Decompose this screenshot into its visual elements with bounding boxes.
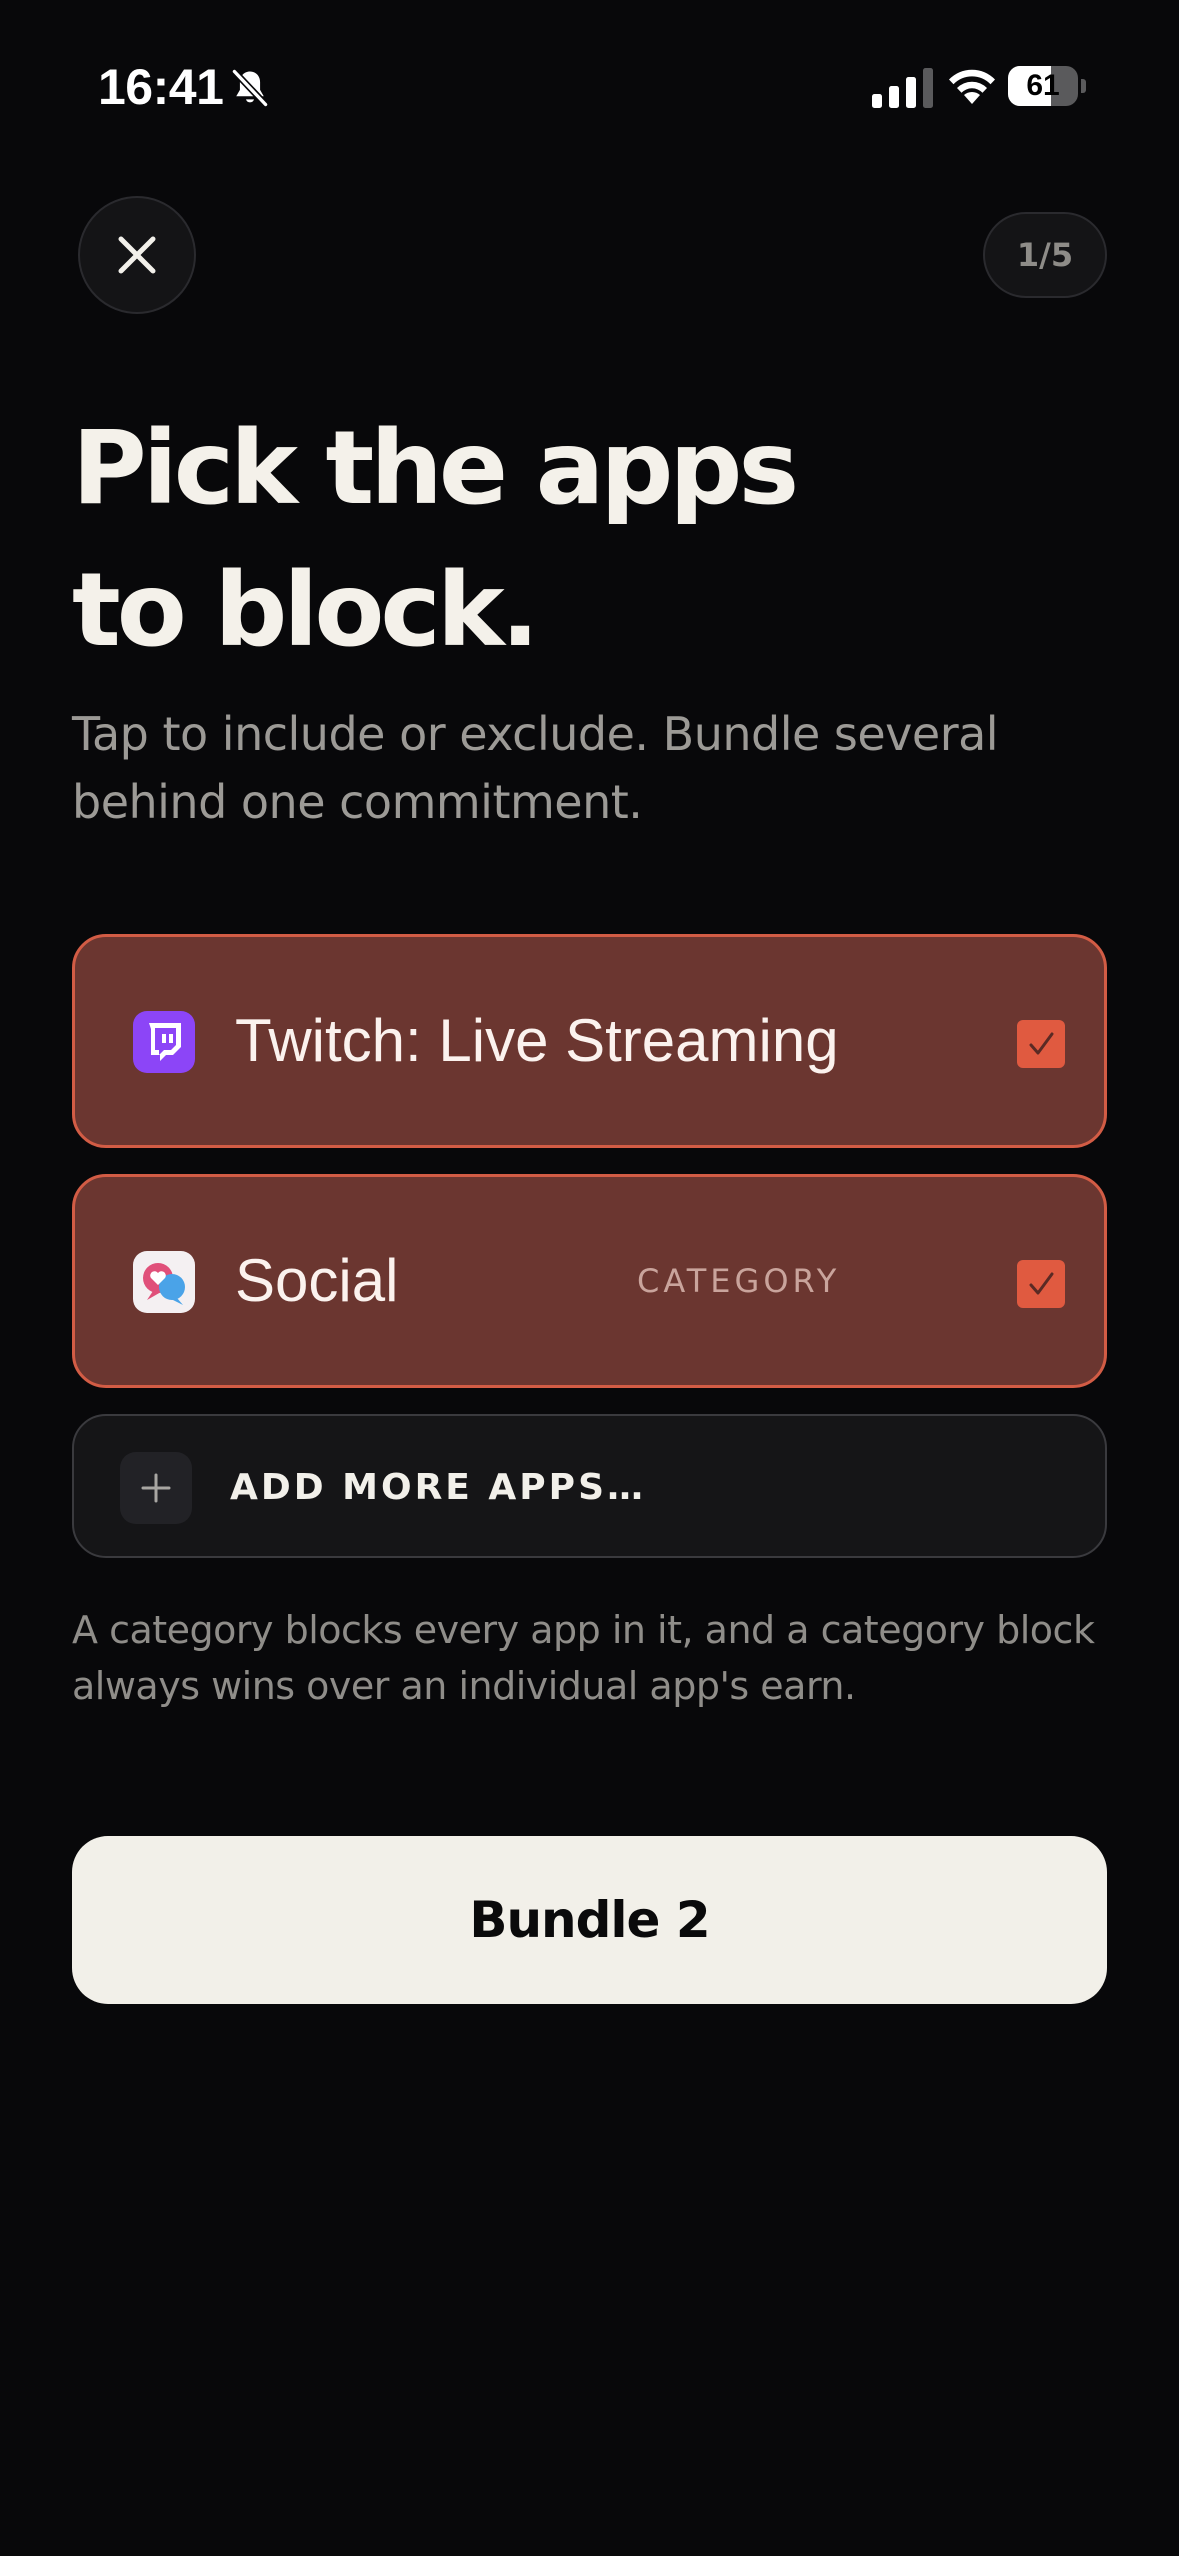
battery-level: 61 [1026,69,1060,102]
page-title-line-1: Pick the apps [72,409,799,528]
wifi-icon [949,69,995,104]
checkmark-icon [1029,1032,1054,1055]
cellular-signal-icon [872,68,933,108]
app-checkbox[interactable] [1017,1260,1065,1308]
add-more-apps-button[interactable]: ADD MORE APPS… [72,1414,1107,1558]
battery-indicator: 61 [1008,66,1086,106]
bell-slash-icon [231,68,269,108]
category-note: A category blocks every app in it, and a… [72,1608,1095,1708]
close-icon [118,236,156,274]
status-bar: 16:41 61 [0,0,1179,170]
app-name: Twitch: Live Streaming [235,1007,839,1074]
category-badge: CATEGORY [637,1262,841,1300]
status-time: 16:41 [98,59,224,115]
page-title-line-2: to block. [72,551,539,670]
page-subtitle: Tap to include or exclude. Bundle severa… [72,707,999,829]
plus-icon [120,1452,192,1524]
app-name: Social [235,1247,399,1314]
close-button[interactable] [78,196,196,314]
checkmark-icon [1029,1272,1054,1295]
app-row-social[interactable]: Social CATEGORY [72,1174,1107,1388]
social-category-icon [133,1251,195,1313]
app-row-twitch[interactable]: Twitch: Live Streaming [72,934,1107,1148]
bundle-button[interactable]: Bundle 2 [72,1836,1107,2004]
app-checkbox[interactable] [1017,1020,1065,1068]
twitch-icon [133,1011,195,1073]
step-indicator: 1/5 [983,212,1107,298]
add-more-apps-label: ADD MORE APPS… [230,1467,646,1508]
page-title: Pick the apps to block. [72,398,1112,682]
